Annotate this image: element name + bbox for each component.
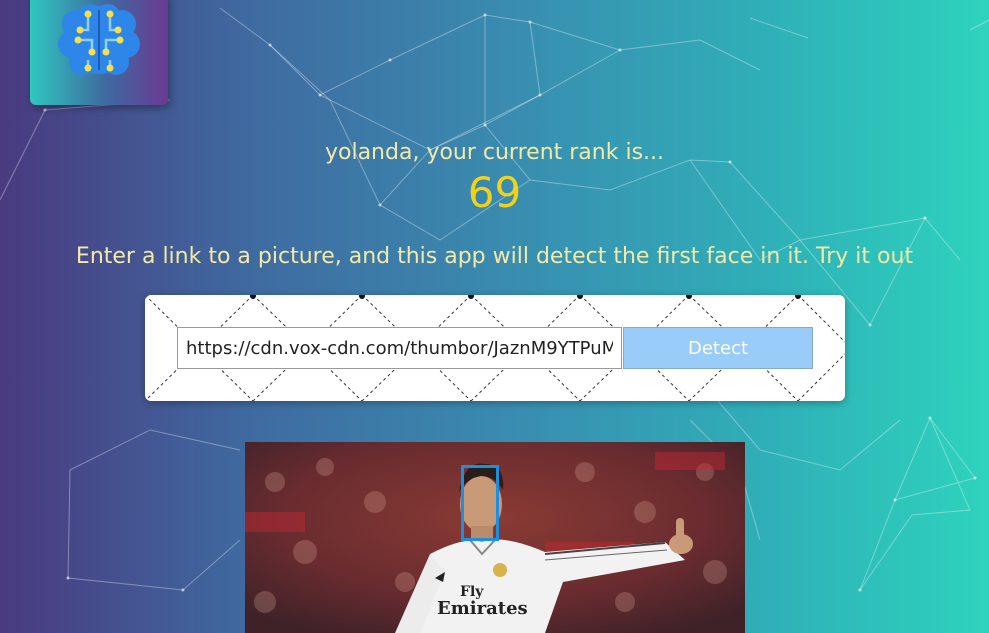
image-link-form: Detect <box>145 295 845 401</box>
shirt-text-fly: Fly <box>460 584 484 600</box>
rank-value: 69 <box>467 168 522 217</box>
face-bounding-box <box>461 465 499 541</box>
image-url-input[interactable] <box>177 327 622 369</box>
brain-circuit-icon <box>58 4 140 75</box>
logo-tile[interactable] <box>30 0 168 105</box>
instruction-text: Enter a link to a picture, and this app … <box>75 244 914 269</box>
shirt-text-emirates: Emirates <box>437 598 528 619</box>
result-photo: Fly Emirates <box>245 442 745 633</box>
rank-message: yolanda, your current rank is... <box>324 140 665 165</box>
detect-button[interactable]: Detect <box>623 327 813 369</box>
